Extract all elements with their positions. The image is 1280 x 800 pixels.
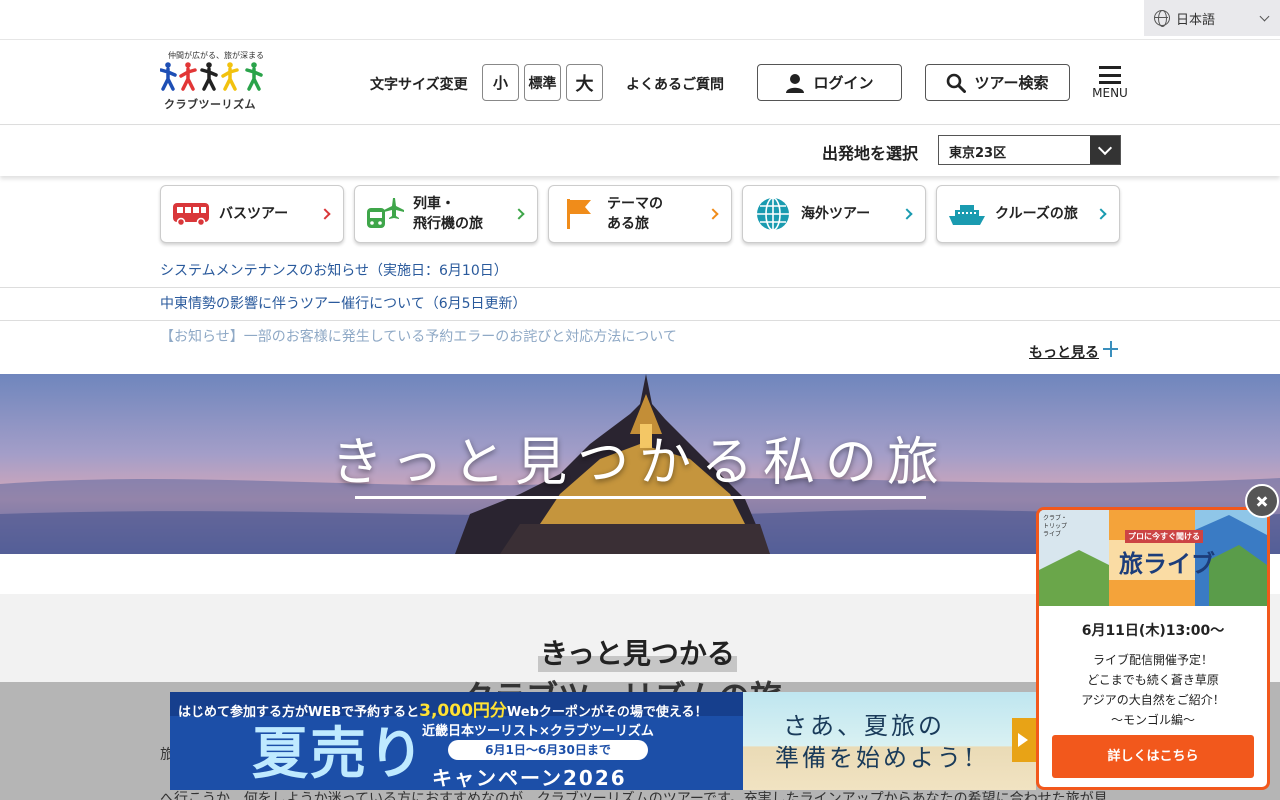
logo-tagline: 仲間が広がる、旅が深まる (168, 51, 264, 60)
login-label: ログイン (813, 74, 874, 92)
globe-icon (1154, 10, 1170, 27)
intro-heading: きっと見つかる (538, 632, 737, 672)
language-bar: 日本語 (0, 0, 1280, 40)
tour-search-label: ツアー検索 (974, 74, 1049, 92)
popup-datetime: 6月11日(木)13:00～ (1081, 623, 1225, 639)
banner-left: はじめて参加する方がWEBで予約すると3,000円分Webクーポンがその場で使え… (170, 692, 743, 790)
font-size-large-button[interactable]: 大 (566, 64, 603, 101)
tour-search-button[interactable]: ツアー検索 (925, 64, 1070, 101)
logo-brand: クラブツーリズム (164, 98, 256, 111)
banner-right: さあ、夏旅の 準備を始めよう! (743, 692, 1036, 790)
departure-value: 東京23区 (949, 146, 1007, 161)
departure-select[interactable]: 東京23区 (938, 135, 1121, 165)
chevron-down-icon (1090, 136, 1120, 164)
globe-icon (753, 194, 793, 234)
hamburger-icon (1099, 66, 1121, 84)
train-plane-icon (365, 194, 405, 234)
close-icon[interactable] (1245, 484, 1279, 518)
menu-label: MENU (1092, 86, 1128, 100)
departure-label: 出発地を選択 (822, 144, 919, 163)
font-size-standard-button[interactable]: 標準 (524, 64, 561, 101)
chevron-right-icon (1095, 208, 1107, 220)
popup-details-button[interactable]: 詳しくはこちら (1052, 735, 1254, 778)
chevron-right-icon (319, 208, 331, 220)
notice-item[interactable]: 中東情勢の影響に伴うツアー催行について（6月5日更新） (0, 288, 1280, 321)
plus-icon[interactable] (1103, 341, 1119, 357)
chevron-right-icon (707, 208, 719, 220)
menu-button[interactable]: MENU (1092, 66, 1128, 100)
category-label: バスツアー (219, 206, 289, 222)
language-label: 日本語 (1176, 12, 1216, 28)
popup-description: ライブ配信開催予定！ どこまでも続く蒼き草原 アジアの大自然をご紹介！ ～モンゴ… (1039, 650, 1267, 730)
category-cruise[interactable]: クルーズの旅 (936, 185, 1120, 243)
svg-text:クラブ・: クラブ・ (1043, 514, 1067, 522)
category-theme-tour[interactable]: テーマの ある旅 (548, 185, 732, 243)
chevron-right-icon (901, 208, 913, 220)
faq-link[interactable]: よくあるご質問 (626, 74, 724, 94)
banner-top-post: Webクーポンがその場で使える！ (506, 705, 708, 720)
popup-line: ライブ配信開催予定！ (1092, 653, 1213, 667)
category-bus-tour[interactable]: バスツアー (160, 185, 344, 243)
category-overseas-tour[interactable]: 海外ツアー (742, 185, 926, 243)
logo-figures-icon (160, 62, 263, 91)
bus-icon (171, 194, 211, 234)
svg-text:トリップ: トリップ (1043, 523, 1067, 530)
user-icon (786, 73, 805, 93)
flag-icon (559, 194, 599, 234)
banner-campaign: キャンペーン2026 (432, 766, 627, 790)
banner-top-pre: はじめて参加する方がWEBで予約すると (178, 705, 420, 720)
category-label: テーマの ある旅 (607, 196, 663, 232)
chevron-right-icon (513, 208, 525, 220)
banner-date: 6月1日〜6月30日まで (448, 740, 648, 760)
svg-text:ライブ: ライブ (1043, 530, 1061, 538)
notice-item[interactable]: システムメンテナンスのお知らせ（実施日：6月10日） (0, 255, 1280, 288)
popup-image-caption: プロに今すぐ聞ける (1125, 530, 1203, 543)
more-link[interactable]: もっと見る (1029, 342, 1099, 362)
popup-line: ～モンゴル編～ (1110, 713, 1195, 727)
banner-right-line1: さあ、夏旅の (783, 712, 945, 740)
font-size-small-button[interactable]: 小 (482, 64, 519, 101)
login-button[interactable]: ログイン (757, 64, 902, 101)
popup-image-label: 旅ライブ (1119, 550, 1215, 578)
play-arrow-icon[interactable] (1012, 718, 1036, 762)
live-event-popup: クラブ・ トリップ ライブ プロに今すぐ聞ける 旅ライブ 6月11日(木)13:… (1036, 507, 1270, 790)
font-size-label: 文字サイズ変更 (370, 77, 468, 93)
banner-right-line2: 準備を始めよう! (775, 744, 977, 772)
hero-title: きっと見つかる私の旅 (331, 433, 949, 493)
popup-line: どこまでも続く蒼き草原 (1087, 673, 1219, 687)
language-select[interactable]: 日本語 (1144, 0, 1280, 36)
banner-top-highlight: 3,000円分 (419, 701, 507, 721)
banner-subtitle: 近畿日本ツーリスト×クラブツーリズム (422, 724, 654, 739)
category-label: 海外ツアー (801, 206, 871, 222)
hero-underline (355, 496, 926, 499)
site-header: 仲間が広がる、旅が深まる クラブツーリズム 文字サイズ変更 小 標準 大 よくあ… (0, 40, 1280, 125)
logo[interactable]: 仲間が広がる、旅が深まる クラブツーリズム (160, 50, 266, 114)
banner-big-title: 夏売り (252, 721, 426, 787)
ship-icon (947, 194, 987, 234)
chevron-down-icon (1259, 11, 1270, 22)
popup-line: アジアの大自然をご紹介！ (1081, 693, 1225, 707)
category-train-plane[interactable]: 列車・ 飛行機の旅 (354, 185, 538, 243)
departure-bar: 出発地を選択 東京23区 (0, 126, 1280, 176)
category-label: クルーズの旅 (995, 206, 1078, 222)
category-label: 列車・ 飛行機の旅 (413, 196, 483, 232)
banner-top-text: はじめて参加する方がWEBで予約すると3,000円分Webクーポンがその場で使え… (170, 692, 743, 721)
search-icon (947, 73, 967, 93)
summer-sale-banner[interactable]: はじめて参加する方がWEBで予約すると3,000円分Webクーポンがその場で使え… (170, 692, 1036, 790)
